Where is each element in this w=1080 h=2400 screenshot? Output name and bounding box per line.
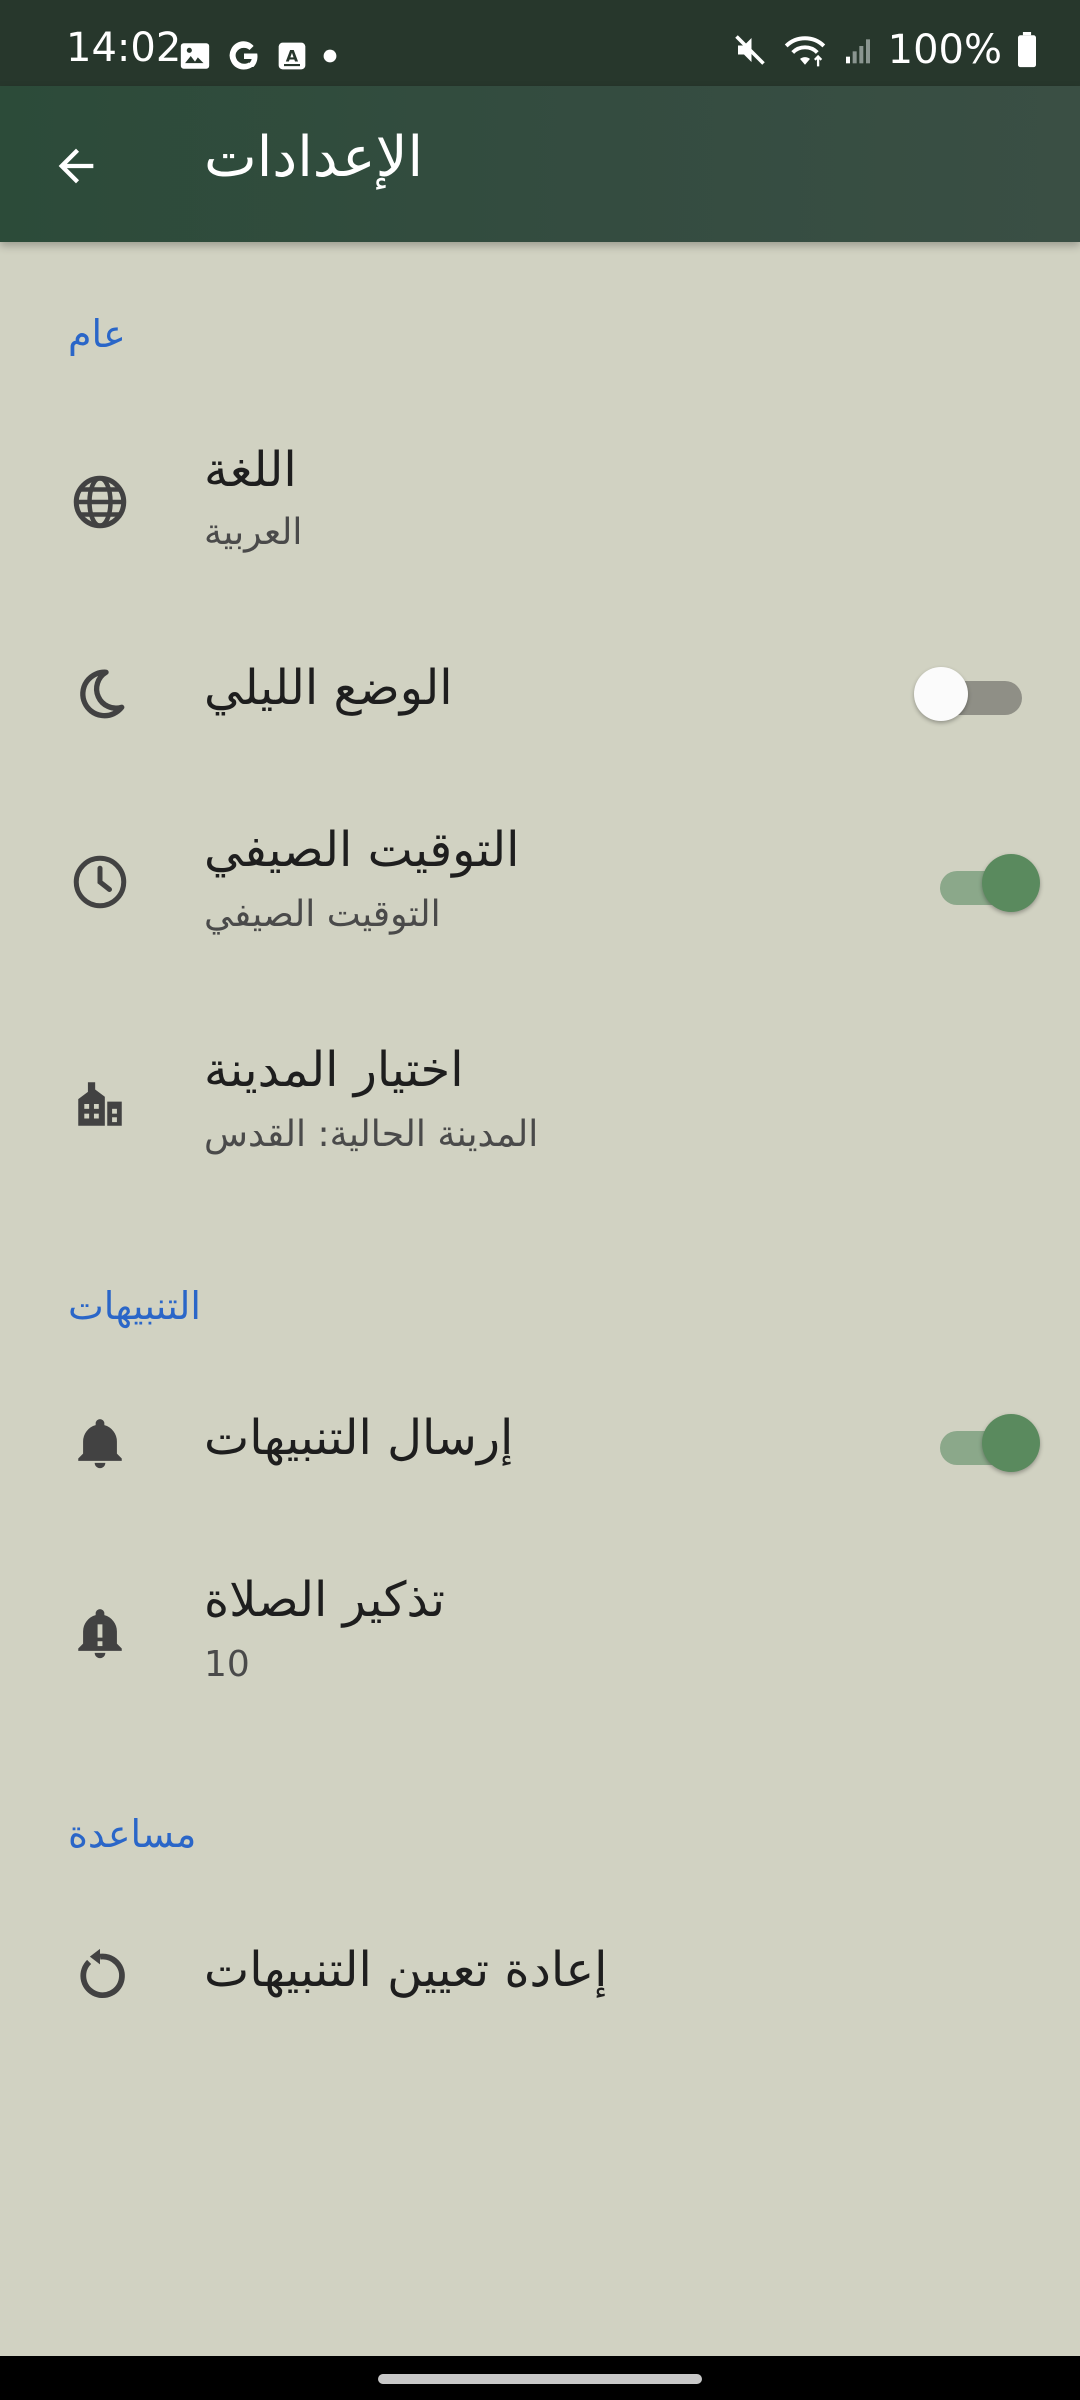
toggle-thumb — [914, 667, 968, 721]
setting-reset-notifications-title: إعادة تعيين التنبيهات — [204, 1942, 608, 1998]
setting-language[interactable]: اللغة العربية — [0, 420, 1080, 586]
arrow-left-icon — [58, 148, 94, 184]
status-time: 14:02 — [66, 25, 182, 71]
home-gesture-handle[interactable] — [378, 2374, 702, 2384]
svg-text:A: A — [286, 46, 299, 65]
setting-reset-notifications[interactable]: إعادة تعيين التنبيهات — [0, 1920, 1080, 2028]
status-bar: 14:02 A 100% — [0, 0, 1080, 86]
night-mode-toggle[interactable] — [914, 664, 1032, 724]
setting-daylight-saving-summary: التوقيت الصيفي — [204, 894, 441, 935]
section-header-help: مساعدة — [68, 1812, 197, 1856]
setting-city-summary: المدينة الحالية: القدس — [204, 1114, 539, 1155]
mute-icon — [734, 35, 765, 65]
setting-prayer-reminder[interactable]: تذكير الصلاة 10 — [0, 1550, 1080, 1720]
setting-send-notifications[interactable]: إرسال التنبيهات — [0, 1390, 1080, 1498]
page-title: الإعدادات — [204, 125, 424, 190]
setting-prayer-reminder-title: تذكير الصلاة — [204, 1572, 446, 1628]
setting-language-title: اللغة — [204, 442, 297, 498]
setting-daylight-saving-title: التوقيت الصيفي — [204, 822, 520, 878]
setting-night-mode-title: الوضع الليلي — [204, 660, 453, 716]
auto-text-icon: A — [278, 42, 306, 70]
section-header-general: عام — [68, 312, 126, 356]
setting-language-summary: العربية — [204, 512, 303, 553]
status-system-icons: 100% — [732, 30, 1038, 70]
bell-alert-icon — [68, 1602, 132, 1666]
setting-city-title: اختيار المدينة — [204, 1042, 464, 1098]
status-notification-icons: A — [178, 38, 338, 74]
app-bar: الإعدادات — [0, 86, 1080, 242]
signal-icon — [845, 39, 870, 64]
toggle-thumb — [982, 854, 1040, 912]
section-header-notifications: التنبيهات — [68, 1284, 201, 1328]
setting-send-notifications-title: إرسال التنبيهات — [204, 1410, 514, 1466]
battery-percent: 100% — [887, 27, 1002, 73]
setting-daylight-saving[interactable]: التوقيت الصيفي التوقيت الصيفي — [0, 800, 1080, 970]
setting-prayer-reminder-summary: 10 — [204, 1644, 250, 1685]
back-button[interactable] — [40, 130, 112, 202]
system-navigation-bar — [0, 2356, 1080, 2400]
reset-icon — [68, 1944, 132, 2008]
clock-icon — [68, 850, 132, 914]
globe-icon — [68, 470, 132, 534]
setting-night-mode[interactable]: الوضع الليلي — [0, 640, 1080, 748]
dot-icon — [323, 49, 337, 63]
daylight-saving-toggle[interactable] — [920, 854, 1040, 914]
google-g-icon — [229, 41, 258, 70]
send-notifications-toggle[interactable] — [920, 1414, 1040, 1474]
toggle-thumb — [982, 1414, 1040, 1472]
battery-icon — [1018, 32, 1036, 68]
bell-icon — [68, 1412, 132, 1476]
image-icon — [180, 43, 210, 69]
setting-city[interactable]: اختيار المدينة المدينة الحالية: القدس — [0, 1020, 1080, 1190]
city-icon — [68, 1072, 132, 1136]
moon-icon — [68, 662, 132, 726]
wifi-icon — [784, 36, 825, 67]
